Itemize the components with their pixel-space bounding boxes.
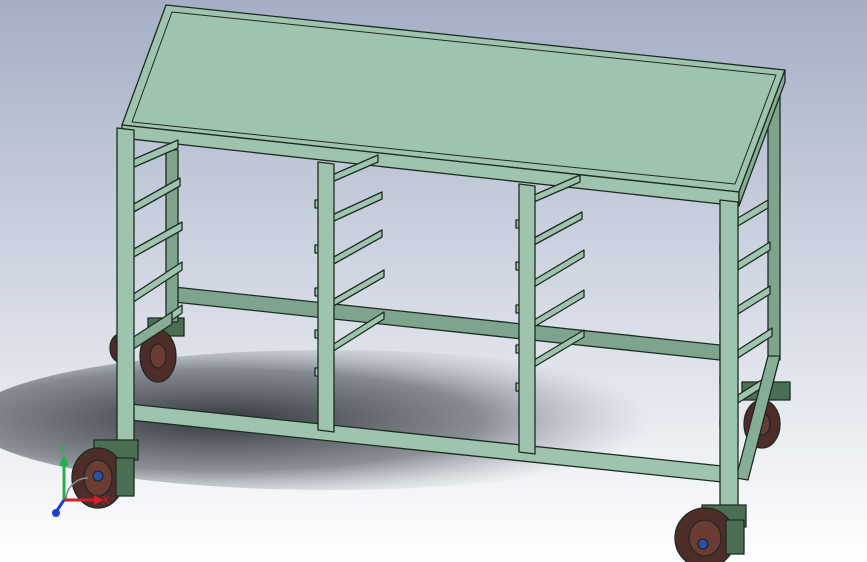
divider-post-1: [317, 161, 335, 433]
cart-3d-model-view[interactable]: Y X: [0, 0, 867, 562]
triad-y-label: Y: [58, 443, 66, 456]
triad-x-label: X: [102, 494, 110, 507]
triad-z-dot: [52, 509, 60, 517]
divider-post-2: [518, 183, 536, 455]
front-post-right: [719, 199, 739, 513]
front-post-left: [116, 127, 135, 449]
cad-graphics-viewport[interactable]: Y X: [0, 0, 867, 562]
